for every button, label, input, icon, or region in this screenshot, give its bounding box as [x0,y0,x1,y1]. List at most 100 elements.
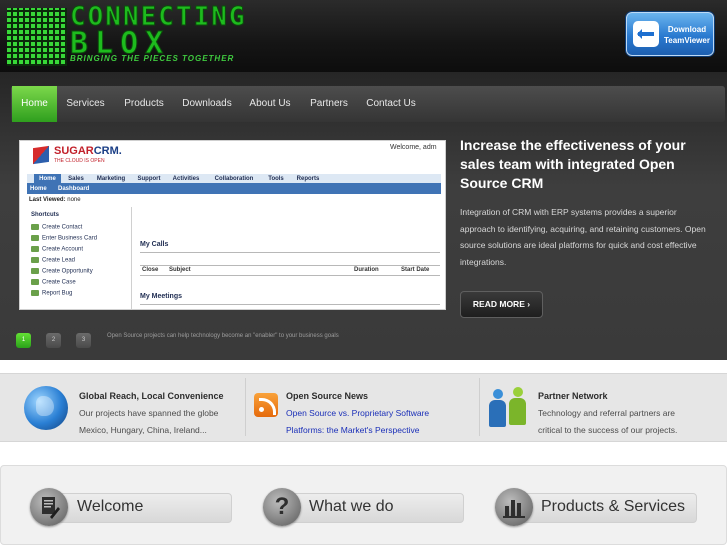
crm-last-viewed-label: Last Viewed: [29,197,66,203]
crm-tab-sales: Sales [68,176,84,182]
crm-my-calls-title: My Calls [140,241,169,248]
slide-pager-1[interactable]: 1 [16,333,31,348]
global-reach-text: Our projects have spanned the globe Mexi… [79,405,218,439]
crm-last-viewed: Last Viewed: none [29,197,81,203]
global-reach-line-1: Our projects have spanned the globe [79,408,219,418]
bar-shape [517,503,521,516]
shortcut-icon [31,224,39,230]
crm-shortcut-item: Enter Business Card [31,235,97,242]
crm-divider [140,275,440,276]
what-we-do-label[interactable]: What we do [309,498,393,516]
crm-tab-reports: Reports [296,176,320,182]
sugarcrm-logo-b: CRM. [93,145,122,157]
bar-chart-svg [503,500,525,518]
nav-services[interactable]: Services [57,86,114,122]
slide-image-sugarcrm[interactable]: SUGARCRM. THE CLOUD IS OPEN Welcome, adm… [19,140,446,310]
crm-divider [140,252,440,253]
crm-col-close: Close [142,267,159,273]
crm-shortcut-item: Create Opportunity [31,268,93,275]
crm-col-subject: Subject [169,267,191,273]
crm-tab-marketing: Marketing [96,176,126,182]
crm-shortcut-label: Create Opportunity [42,268,93,275]
news-link-1[interactable]: Open Source vs. Proprietary Software [286,408,429,418]
crm-shortcut-item: Report Bug [31,290,72,297]
welcome-label[interactable]: Welcome [77,498,143,516]
person-head [513,387,523,397]
crm-tab-activities: Activities [172,176,200,182]
download-teamviewer-button[interactable]: Download TeamViewer [626,12,714,56]
read-more-button[interactable]: READ MORE › [460,291,543,318]
nav-contact-us[interactable]: Contact Us [358,86,424,122]
logo-grid-icon[interactable] [7,8,67,66]
crm-shortcuts-panel: Shortcuts Create Contact Enter Business … [27,207,132,309]
slide-pager-3[interactable]: 3 [76,333,91,348]
slide-description: Integration of CRM with ERP systems prov… [460,207,706,267]
partner-network-text: Technology and referral partners are cri… [538,405,677,439]
teamviewer-label: Download TeamViewer [664,25,710,45]
slide-pager-2[interactable]: 2 [46,333,61,348]
nav-products[interactable]: Products [114,86,174,122]
crm-subtab-dashboard: Dashboard [58,186,90,192]
shortcut-icon [31,235,39,241]
document-line [44,500,53,502]
crm-shortcut-item: Create Case [31,279,76,286]
bar-baseline [503,516,525,518]
feature-divider [479,378,480,436]
global-reach-title: Global Reach, Local Convenience [79,391,224,401]
slide-title: Increase the effectiveness of your sales… [460,137,686,191]
document-edit-svg [42,497,60,519]
shortcut-icon [31,290,39,296]
person-figure [509,387,526,425]
crm-shortcut-item: Create Account [31,246,83,253]
person-body [509,398,526,425]
site-header: CONNECTING BLOX BRINGING THE PIECES TOGE… [0,0,727,72]
crm-header: SUGARCRM. THE CLOUD IS OPEN Welcome, adm [20,141,445,169]
document-line [44,506,51,508]
nav-home[interactable]: Home [12,86,57,122]
crm-calls-header: Close Subject Duration Start Date [140,265,440,274]
crm-shortcut-label: Create Case [42,279,76,286]
sugarcrm-logo: SUGARCRM. [54,145,122,157]
news-link-2[interactable]: Platforms: the Market's Perspective [286,425,419,435]
teamviewer-icon [633,21,659,47]
crm-shortcut-item: Create Lead [31,257,75,264]
crm-subtab-home: Home [30,186,47,192]
question-mark-icon: ? [263,488,301,526]
crm-shortcut-item: Create Contact [31,224,82,231]
document-line [44,503,53,505]
shortcut-icon [31,279,39,285]
crm-shortcut-label: Enter Business Card [42,235,98,242]
products-services-label[interactable]: Products & Services [541,498,685,516]
global-reach-line-2: Mexico, Hungary, China, Ireland... [79,425,207,435]
shortcut-icon [31,268,39,274]
question-glyph: ? [274,493,290,520]
crm-shortcut-label: Report Bug [42,290,73,297]
nav-downloads[interactable]: Downloads [174,86,240,122]
person-head [493,389,503,399]
shortcut-icon [31,257,39,263]
main-nav: Home Services Products Downloads About U… [11,86,725,122]
bar-shape [511,500,515,516]
crm-shortcut-label: Create Lead [42,257,76,264]
sugarcrm-cube-icon [33,145,49,165]
sugarcrm-logo-a: SUGAR [54,145,94,157]
nav-partners[interactable]: Partners [300,86,358,122]
document-shape [42,497,55,514]
open-source-news-title: Open Source News [286,391,369,401]
person-figure [489,389,506,427]
feature-divider [245,378,246,436]
crm-welcome-text: Welcome, adm [390,144,437,151]
logo-tagline: BRINGING THE PIECES TOGETHER [70,54,235,63]
crm-tab-support: Support [137,176,161,182]
partner-network-line-1: Technology and referral partners are [538,408,676,418]
rss-icon[interactable] [254,393,278,417]
crm-tab-bar: Home Sales Marketing Support Activities … [27,174,441,185]
crm-shortcuts-title: Shortcuts [31,212,60,218]
crm-subtab-bar: Home Dashboard [27,185,441,194]
partner-network-line-2: critical to the success of our projects. [538,425,678,435]
crm-my-meetings-title: My Meetings [140,293,183,300]
partner-people-icon [489,387,531,429]
bar-chart-icon [495,488,533,526]
nav-about-us[interactable]: About Us [240,86,300,122]
partner-network-title: Partner Network [538,391,608,401]
